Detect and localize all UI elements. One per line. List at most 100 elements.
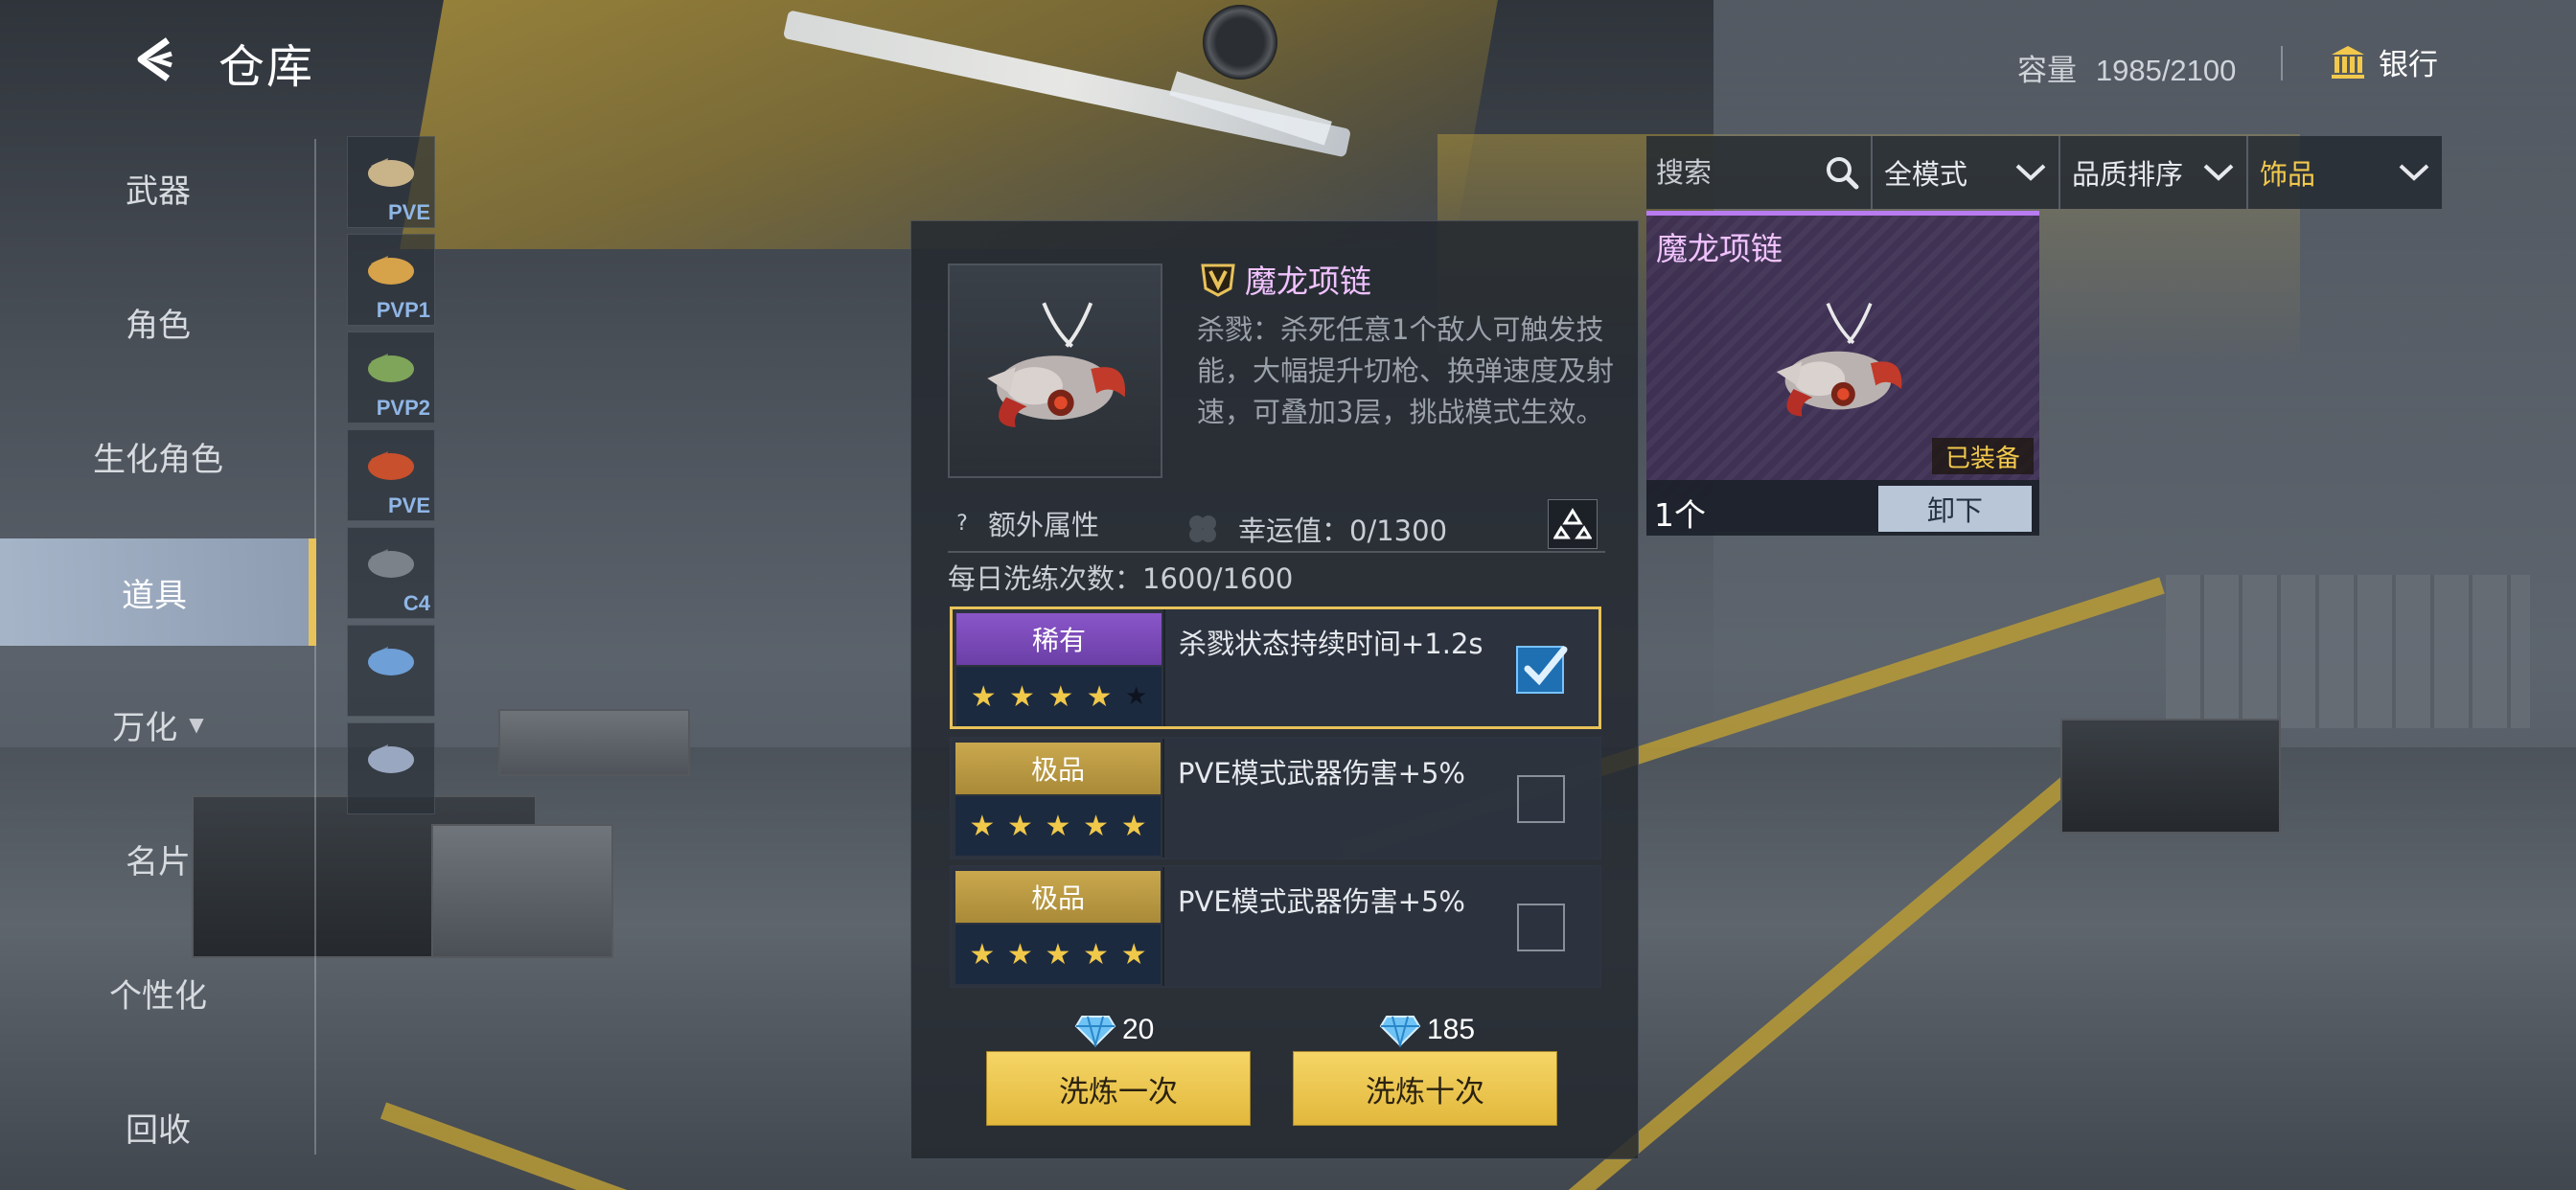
option-effect: 杀戮状态持续时间+1.2s <box>1179 628 1484 660</box>
checkmark-icon <box>1524 646 1568 686</box>
item-icon <box>368 451 414 480</box>
refine-option[interactable]: 稀有 ★ ★ ★ ★ ★ 杀戮状态持续时间+1.2s <box>950 606 1601 729</box>
cost-once: 20 <box>1074 1013 1154 1047</box>
crate <box>2060 719 2281 834</box>
back-button[interactable] <box>125 31 182 88</box>
thumbnail-label: PVE <box>387 493 430 517</box>
lock-checkbox[interactable] <box>1516 646 1568 694</box>
refine-once-button[interactable]: 洗炼一次 <box>986 1051 1251 1126</box>
search-input[interactable] <box>1656 149 1819 196</box>
ceiling-panel <box>400 0 1498 249</box>
item-icon <box>948 263 1162 478</box>
sidebar-item-label: 生化角色 <box>93 440 223 479</box>
recycle-button[interactable] <box>1548 499 1598 549</box>
diamond-icon <box>1379 1016 1421 1047</box>
item-icon <box>368 647 414 675</box>
item-icon <box>368 744 414 773</box>
luck-value: 幸运值：0/1300 <box>1184 509 1447 549</box>
star-icon: ★ <box>970 679 997 714</box>
thumbnail-label: PVE <box>387 200 430 224</box>
mode-dropdown[interactable]: 全模式 <box>1873 136 2060 209</box>
refine-ten-button[interactable]: 洗炼十次 <box>1293 1051 1557 1126</box>
item-name: 魔龙项链 <box>1245 263 1371 300</box>
page-title: 仓库 <box>218 40 315 94</box>
sidebar-item[interactable]: 万化 ▼ <box>0 671 316 778</box>
extra-attributes-label: 额外属性 <box>988 509 1100 541</box>
v-badge-icon <box>1201 263 1235 297</box>
star-icon: ★ <box>1120 809 1147 843</box>
star-icon: ★ <box>1047 679 1074 714</box>
star-icon: ★ <box>1083 809 1110 843</box>
mode-dropdown-value: 全模式 <box>1884 158 1968 191</box>
item-icon <box>368 354 414 382</box>
lock-checkbox[interactable] <box>1517 775 1565 823</box>
recycle-icon <box>1553 508 1592 539</box>
item-thumbnail[interactable]: PVP2 <box>347 332 435 423</box>
item-thumbnail[interactable] <box>347 722 435 814</box>
bank-icon <box>2332 45 2364 79</box>
sidebar-item[interactable]: 生化角色 <box>0 402 316 510</box>
sidebar-item-label: 武器 <box>126 172 191 211</box>
item-icon <box>368 256 414 285</box>
item-thumbnail[interactable]: PVE <box>347 136 435 228</box>
star-icon: ★ <box>1045 937 1071 972</box>
sidebar-item[interactable]: 名片 <box>0 805 316 912</box>
item-detail-panel: 魔龙项链 杀戮：杀死任意1个敌人可触发技能，大幅提升切枪、换弹速度及射速，可叠加… <box>910 220 1639 1159</box>
item-icon <box>368 549 414 578</box>
star-rating: ★ ★ ★ ★ ★ <box>956 667 1162 726</box>
sidebar-item[interactable]: 武器 <box>0 134 316 241</box>
sidebar-item[interactable]: 个性化 <box>0 939 316 1046</box>
star-icon: ★ <box>1006 937 1033 972</box>
option-divider <box>1162 867 1164 986</box>
sidebar-item-label: 万化 <box>112 708 178 747</box>
diamond-icon <box>1074 1016 1116 1047</box>
crate <box>431 824 613 958</box>
category-dropdown-value: 饰品 <box>2260 158 2316 191</box>
item-thumbnail[interactable]: PVP1 <box>347 234 435 326</box>
card-footer: 1个 卸下 <box>1646 480 2039 536</box>
filter-bar: 全模式 品质排序 饰品 <box>1646 136 2442 209</box>
star-icon: ★ <box>1045 809 1071 843</box>
sort-dropdown[interactable]: 品质排序 <box>2060 136 2248 209</box>
item-description: 杀戮：杀死任意1个敌人可触发技能，大幅提升切枪、换弹速度及射速，可叠加3层，挑战… <box>1197 313 1615 428</box>
bank-button[interactable]: 银行 <box>2329 40 2438 83</box>
help-icon[interactable]: ? <box>950 511 975 536</box>
ceiling-lamp <box>1203 5 1277 80</box>
chevron-down-icon <box>2399 164 2429 181</box>
refine-option[interactable]: 极品 ★ ★ ★ ★ ★ PVE模式武器伤害+5% <box>950 737 1601 859</box>
lock-checkbox[interactable] <box>1517 904 1565 951</box>
item-thumbnail[interactable]: PVE <box>347 429 435 521</box>
rank-badge: 极品 <box>955 743 1161 794</box>
search-icon[interactable] <box>1823 153 1861 192</box>
dragon-necklace-icon <box>1776 303 1902 417</box>
bank-label: 银行 <box>2379 48 2438 82</box>
thumbnail-label: PVP1 <box>376 298 430 322</box>
chevron-down-icon <box>2015 164 2046 181</box>
cost-ten: 185 <box>1379 1013 1475 1047</box>
equipped-item-card[interactable]: 魔龙项链 已装备 1个 卸下 <box>1646 211 2039 536</box>
cost-once-value: 20 <box>1122 1014 1155 1045</box>
clover-icon <box>1189 515 1216 542</box>
star-icon: ★ <box>1120 937 1147 972</box>
refine-option[interactable]: 极品 ★ ★ ★ ★ ★ PVE模式武器伤害+5% <box>950 865 1601 988</box>
sidebar-item[interactable]: 回收 <box>0 1073 316 1180</box>
sidebar-item[interactable]: 角色 <box>0 268 316 376</box>
sidebar-item-label: 个性化 <box>109 976 207 1016</box>
sidebar-item-label: 名片 <box>126 842 191 881</box>
shelf <box>2166 575 2530 728</box>
category-dropdown[interactable]: 饰品 <box>2248 136 2442 209</box>
unequip-button[interactable]: 卸下 <box>1878 486 2032 532</box>
item-thumbnail[interactable]: C4 <box>347 527 435 619</box>
item-thumbnail[interactable] <box>347 625 435 717</box>
divider <box>948 551 1605 553</box>
caret-down-icon: ▼ <box>189 713 204 736</box>
star-icon: ★ <box>969 937 996 972</box>
star-icon: ★ <box>1083 937 1110 972</box>
item-name-row: 魔龙项链 <box>1199 256 1371 302</box>
sidebar-item[interactable]: 道具 <box>0 538 316 646</box>
thumbnail-label: C4 <box>402 591 430 615</box>
chevron-down-icon <box>2203 164 2234 181</box>
star-rating: ★ ★ ★ ★ ★ <box>955 796 1161 856</box>
star-icon: ★ <box>969 809 996 843</box>
star-icon: ★ <box>1086 679 1113 714</box>
